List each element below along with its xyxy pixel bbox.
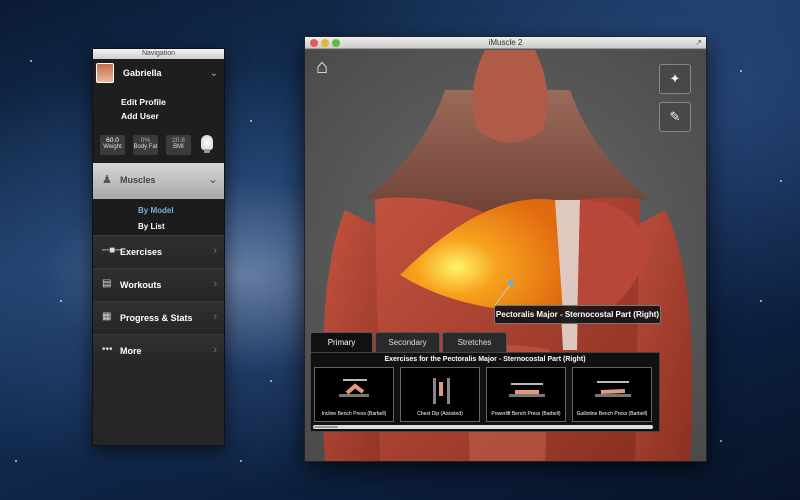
chevron-down-icon: ⌄ xyxy=(207,172,218,186)
nav-item-exercises[interactable]: ─■─ Exercises › xyxy=(93,235,224,268)
minimize-window-button[interactable] xyxy=(321,39,329,47)
exercise-card-guillotine-bench-press[interactable]: Guillotine Bench Press (Barbell) xyxy=(572,367,652,422)
zoom-window-button[interactable] xyxy=(332,39,340,47)
chevron-right-icon: › xyxy=(213,245,217,257)
nav-item-workouts[interactable]: ▤ Workouts › xyxy=(93,268,224,301)
exercises-heading: Exercises for the Pectoralis Major - Ste… xyxy=(384,356,586,363)
exercise-thumbnail xyxy=(433,378,450,404)
chevron-right-icon: › xyxy=(213,278,217,290)
exercise-thumbnail xyxy=(509,383,545,397)
clipboard-icon: ▤ xyxy=(102,278,112,289)
scrollbar-thumb[interactable] xyxy=(314,426,338,428)
navigation-panel: Navigation Gabriella ⌄ Edit Profile Add … xyxy=(92,48,225,446)
exercise-label: Guillotine Bench Press (Barbell) xyxy=(576,411,648,417)
nav-item-more[interactable]: ••• More › xyxy=(93,334,224,367)
bmi-value: 20.8 xyxy=(172,137,185,144)
sub-item-by-list[interactable]: By List xyxy=(138,222,165,231)
user-name[interactable]: Gabriella xyxy=(123,68,162,78)
nav-item-more-label: More xyxy=(120,346,142,356)
chevron-down-icon[interactable]: ⌄ xyxy=(210,68,218,79)
body-fat-value: 0% xyxy=(140,137,151,144)
chevron-right-icon: › xyxy=(213,344,217,356)
exercise-label: Chest Dip (Assisted) xyxy=(417,411,463,417)
avatar[interactable] xyxy=(96,63,114,83)
body-fat-stat[interactable]: 0% Body Fat xyxy=(133,135,158,155)
bmi-stat[interactable]: 20.8 BMI xyxy=(166,135,191,155)
exercise-card-chest-dip[interactable]: Chest Dip (Assisted) xyxy=(400,367,480,422)
exercise-label: Powerlift Bench Press (Barbell) xyxy=(491,411,561,417)
more-dots-icon: ••• xyxy=(102,344,113,355)
weight-value: 60.0 xyxy=(106,137,119,144)
nav-item-progress-stats-label: Progress & Stats xyxy=(120,313,193,323)
exercise-list: Exercises for the Pectoralis Major - Ste… xyxy=(310,352,660,432)
sub-item-by-model[interactable]: By Model xyxy=(138,206,174,215)
calendar-icon: ▦ xyxy=(102,311,112,322)
magic-wand-icon[interactable]: ✦ xyxy=(659,64,691,94)
window-titlebar[interactable]: iMuscle 2 ↗ xyxy=(305,37,706,49)
exercise-label: Incline Bench Press (Barbell) xyxy=(321,411,387,417)
exercise-scrollbar[interactable] xyxy=(313,425,653,429)
bmi-label: BMI xyxy=(173,144,184,150)
nav-item-muscles[interactable]: ♟ Muscles ⌄ xyxy=(93,163,224,199)
exercise-thumbnail xyxy=(339,379,369,397)
head-muscle xyxy=(472,50,548,143)
window-title: iMuscle 2 xyxy=(488,38,523,47)
profile-section: Gabriella ⌄ Edit Profile Add User 60.0 W… xyxy=(93,59,224,163)
navigation-titlebar: Navigation xyxy=(93,49,224,59)
fullscreen-icon[interactable]: ↗ xyxy=(695,38,702,47)
add-user-link[interactable]: Add User xyxy=(121,111,159,121)
exercise-card-incline-bench-press[interactable]: Incline Bench Press (Barbell) xyxy=(314,367,394,422)
chevron-right-icon: › xyxy=(213,311,217,323)
weight-label: Weight xyxy=(103,144,122,150)
nav-item-muscles-label: Muscles xyxy=(120,175,156,185)
exercise-card-powerlift-bench-press[interactable]: Powerlift Bench Press (Barbell) xyxy=(486,367,566,422)
nav-item-progress-stats[interactable]: ▦ Progress & Stats › xyxy=(93,301,224,334)
selected-muscle-label[interactable]: Pectoralis Major - Sternocostal Part (Ri… xyxy=(494,305,661,324)
tab-primary[interactable]: Primary xyxy=(310,332,373,352)
nav-item-exercises-label: Exercises xyxy=(120,247,163,257)
home-icon[interactable]: ⌂ xyxy=(311,56,333,78)
body-fat-label: Body Fat xyxy=(133,144,158,150)
lightbulb-icon[interactable] xyxy=(201,135,213,153)
muscles-submenu: By Model By List xyxy=(93,199,224,235)
anatomy-viewer[interactable]: ⌂ ✦ ✎ Pectoralis Major - Sternocostal Pa… xyxy=(305,50,706,461)
exercise-panel: Primary Secondary Stretches Exercises fo… xyxy=(310,332,660,432)
tab-secondary[interactable]: Secondary xyxy=(375,332,440,352)
nav-item-workouts-label: Workouts xyxy=(120,280,162,290)
scalpel-icon[interactable]: ✎ xyxy=(659,102,691,132)
exercise-thumbnail xyxy=(595,381,631,397)
main-window: iMuscle 2 ↗ ⌂ ✦ ✎ Pectoralis Major - Ste… xyxy=(304,36,707,462)
weight-stat[interactable]: 60.0 Weight xyxy=(100,135,125,155)
body-figure-icon: ♟ xyxy=(102,174,112,186)
close-window-button[interactable] xyxy=(310,39,318,47)
tab-stretches[interactable]: Stretches xyxy=(442,332,507,352)
edit-profile-link[interactable]: Edit Profile xyxy=(121,97,166,107)
